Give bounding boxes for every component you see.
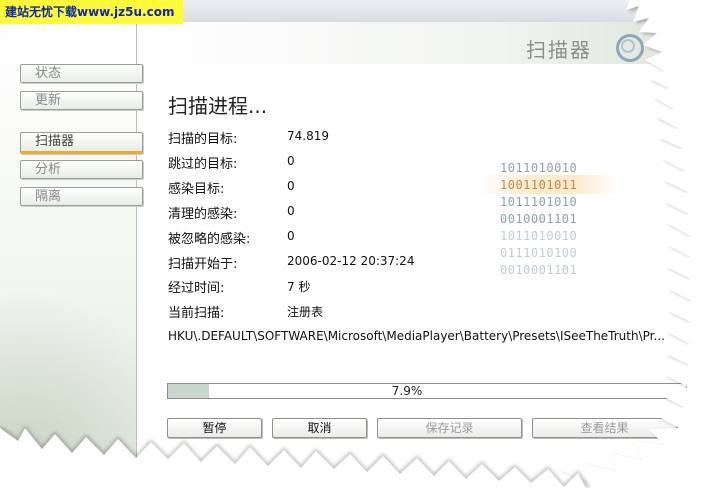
sidebar-item-label: 分析 [35, 162, 62, 177]
sidebar-item-update[interactable]: 更新 [20, 91, 143, 110]
infected-targets-value: 0 [287, 179, 295, 193]
cleaned-infections-label: 清理的感染: [168, 207, 238, 222]
scan-progress-percent: 7.9% [391, 384, 423, 398]
ignored-infections-value: 0 [287, 229, 295, 243]
elapsed-time-value: 7 秒 [287, 280, 311, 294]
scanned-targets-value: 74.819 [287, 129, 329, 143]
scan-start-label: 扫描开始于: [168, 257, 238, 272]
scan-start-value: 2006-02-12 20:37:24 [287, 254, 415, 268]
cleaned-infections-value: 0 [287, 204, 295, 218]
binary-art-line: 1001101011 [500, 178, 578, 192]
screenshot-stage: 状态 更新 扫描器 分析 隔离 扫描器 扫描进程... 1011010010 1… [0, 0, 703, 488]
skipped-targets-value: 0 [287, 154, 295, 168]
save-log-button[interactable]: 保存记录 [377, 418, 522, 438]
sidebar-item-quarantine[interactable]: 隔离 [20, 187, 143, 206]
sidebar-item-label: 更新 [35, 93, 62, 108]
product-logo-inner-icon [621, 39, 635, 53]
current-scan-path: HKU\.DEFAULT\SOFTWARE\Microsoft\MediaPla… [168, 329, 665, 343]
elapsed-time-label: 经过时间: [168, 281, 225, 296]
infected-targets-label: 感染目标: [168, 182, 225, 197]
binary-art-line: 1011010010 [500, 229, 578, 243]
sidebar-item-scanner[interactable]: 扫描器 [20, 132, 143, 154]
site-watermark: 建站无忧下载www.jz5u.com [0, 0, 183, 24]
scanner-window: 状态 更新 扫描器 分析 隔离 扫描器 扫描进程... 1011010010 1… [0, 0, 703, 488]
sidebar-item-label: 隔离 [35, 189, 62, 204]
pause-button[interactable]: 暂停 [167, 418, 262, 438]
binary-art-line: 0111010100 [500, 246, 578, 260]
sidebar-item-analysis[interactable]: 分析 [20, 160, 143, 179]
scan-progress-title: 扫描进程... [168, 94, 268, 118]
cancel-button[interactable]: 取消 [272, 418, 367, 438]
current-scan-value: 注册表 [287, 305, 324, 319]
binary-art-line: 1011010010 [500, 161, 578, 175]
skipped-targets-label: 跳过的目标: [168, 157, 238, 172]
scan-progress-bar: 7.9% [167, 383, 687, 399]
binary-art-line: 0010001101 [500, 263, 578, 277]
view-results-button[interactable]: 查看结果 [532, 418, 677, 438]
sidebar-item-status[interactable]: 状态 [20, 64, 143, 83]
sidebar-item-label: 状态 [35, 66, 62, 81]
binary-art-line: 1011101010 [500, 195, 578, 209]
current-scan-label: 当前扫描: [168, 306, 225, 321]
sidebar-item-label: 扫描器 [35, 134, 75, 149]
scanned-targets-label: 扫描的目标: [168, 132, 238, 147]
ignored-infections-label: 被忽略的感染: [168, 232, 251, 247]
binary-art-line: 0010001101 [500, 212, 578, 226]
page-header-title: 扫描器 [526, 38, 592, 62]
